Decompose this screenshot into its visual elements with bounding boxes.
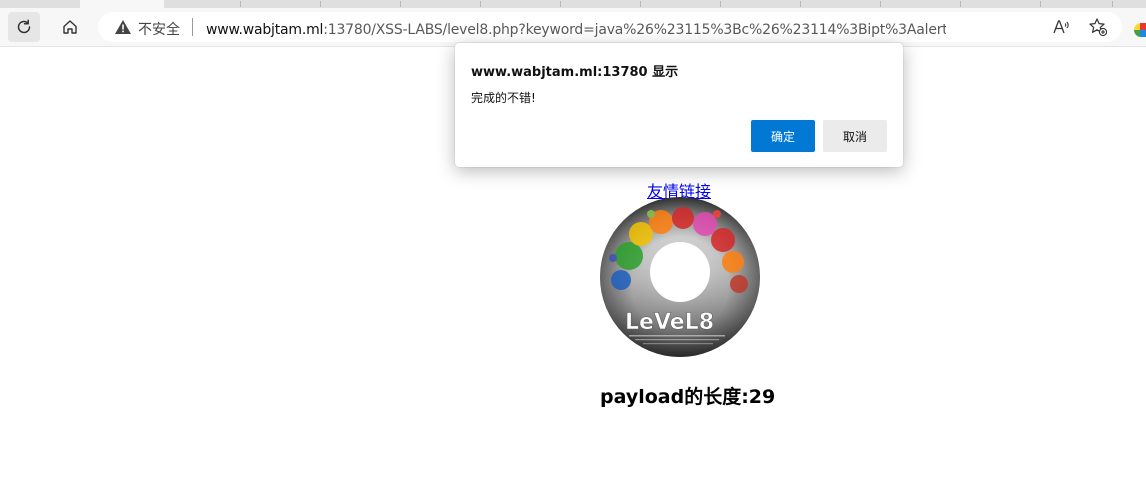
url-text[interactable]: www.wabjtam.ml:13780/XSS-LABS/level8.php…	[206, 19, 946, 39]
tab-separator	[400, 1, 401, 7]
tab-separator	[560, 1, 561, 7]
cancel-button[interactable]: 取消	[823, 120, 887, 152]
dialog-title: www.wabjtam.ml:13780 显示	[471, 65, 679, 80]
active-tab[interactable]	[80, 0, 164, 8]
dialog-message: 完成的不错!	[471, 91, 536, 105]
tab-separator	[960, 1, 961, 7]
tab-separator	[720, 1, 721, 7]
tab-separator	[800, 1, 801, 7]
address-bar[interactable]: 不安全 www.wabjtam.ml:13780/XSS-LABS/level8…	[98, 12, 1122, 42]
tab-separator	[640, 1, 641, 7]
tab-separator	[240, 1, 241, 7]
level8-disc-image: LeVeL8	[600, 197, 760, 357]
tab-separator	[880, 1, 881, 7]
payload-length-heading: payload的长度:29	[600, 386, 776, 408]
tab-strip	[0, 0, 1146, 8]
disc-logo-text: LeVeL8	[625, 310, 714, 335]
warning-icon[interactable]	[114, 19, 132, 35]
refresh-icon	[17, 19, 31, 34]
tab-separator	[320, 1, 321, 7]
address-divider	[192, 18, 193, 36]
extension-icon[interactable]	[1134, 23, 1146, 37]
tab-separator	[1112, 1, 1113, 7]
browser-toolbar: 不安全 www.wabjtam.ml:13780/XSS-LABS/level8…	[0, 8, 1146, 47]
home-icon	[63, 20, 77, 34]
add-favorite-icon[interactable]	[1088, 17, 1108, 37]
refresh-button[interactable]	[8, 12, 40, 42]
security-status-label[interactable]: 不安全	[138, 19, 180, 39]
url-host: www.wabjtam.ml	[206, 22, 324, 38]
tab-separator	[480, 1, 481, 7]
read-aloud-icon[interactable]	[1052, 18, 1070, 36]
url-path: :13780/XSS-LABS/level8.php?keyword=java%…	[323, 22, 946, 38]
home-button[interactable]	[54, 12, 86, 42]
ok-button[interactable]: 确定	[751, 120, 815, 152]
tab-separator	[1040, 1, 1041, 7]
alert-dialog: www.wabjtam.ml:13780 显示 完成的不错! 确定 取消	[455, 43, 903, 167]
